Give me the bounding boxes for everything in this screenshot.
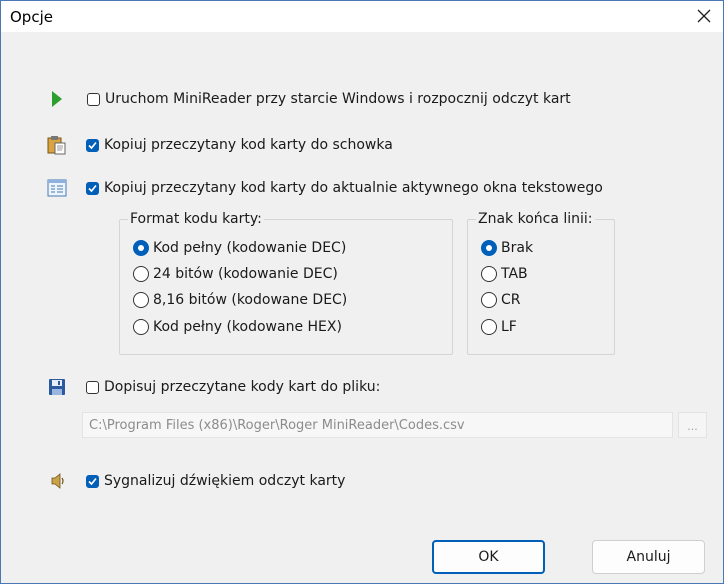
append-file-option[interactable]: Dopisuj przeczytane kody kart do pliku:	[47, 377, 380, 397]
format-label-24bit: 24 bitów (kodowanie DEC)	[153, 266, 338, 282]
options-dialog: Opcje Uruchom MiniReader przy starcie Wi…	[0, 0, 724, 584]
format-radio-full-dec[interactable]	[133, 240, 149, 256]
active-window-option[interactable]: Kopiuj przeczytany kod karty do aktualni…	[47, 178, 603, 198]
title-bar: Opcje	[1, 1, 723, 32]
format-radio-816bit[interactable]	[133, 292, 149, 308]
eol-option-none[interactable]: Brak	[481, 240, 533, 256]
clipboard-option[interactable]: Kopiuj przeczytany kod karty do schowka	[47, 135, 393, 155]
active-window-checkbox[interactable]	[86, 181, 99, 195]
clipboard-label: Kopiuj przeczytany kod karty do schowka	[104, 137, 393, 153]
clipboard-icon	[47, 135, 67, 155]
eol-label-cr: CR	[501, 292, 521, 308]
sound-option[interactable]: Sygnalizuj dźwiękiem odczyt karty	[50, 471, 345, 491]
ok-button[interactable]: OK	[432, 540, 545, 574]
eol-radio-tab[interactable]	[481, 266, 497, 282]
autostart-checkbox[interactable]	[87, 92, 100, 106]
format-option-full-dec[interactable]: Kod pełny (kodowanie DEC)	[133, 240, 346, 256]
eol-option-cr[interactable]: CR	[481, 292, 521, 308]
browse-button[interactable]: ...	[678, 412, 707, 438]
sound-label: Sygnalizuj dźwiękiem odczyt karty	[104, 473, 346, 489]
eol-label-none: Brak	[501, 240, 534, 256]
play-icon	[51, 89, 63, 109]
close-button[interactable]	[691, 3, 717, 29]
checkmark-icon	[88, 141, 97, 149]
format-group-title: Format kodu karty:	[128, 211, 264, 227]
append-file-label: Dopisuj przeczytane kody kart do pliku:	[104, 379, 381, 395]
window-title: Opcje	[10, 8, 53, 26]
floppy-disk-icon	[47, 377, 67, 397]
format-option-full-hex[interactable]: Kod pełny (kodowane HEX)	[133, 319, 342, 335]
format-label-full-hex: Kod pełny (kodowane HEX)	[153, 319, 342, 335]
eol-radio-cr[interactable]	[481, 292, 497, 308]
eol-label-lf: LF	[501, 319, 517, 335]
eol-label-tab: TAB	[501, 266, 528, 282]
format-radio-24bit[interactable]	[133, 266, 149, 282]
autostart-label: Uruchom MiniReader przy starcie Windows …	[105, 91, 571, 107]
sound-checkbox[interactable]	[86, 474, 99, 488]
format-option-24bit[interactable]: 24 bitów (kodowanie DEC)	[133, 266, 338, 282]
window-text-icon	[47, 178, 67, 198]
eol-radio-lf[interactable]	[481, 319, 497, 335]
close-icon	[697, 9, 711, 23]
append-file-checkbox[interactable]	[86, 380, 99, 394]
eol-option-tab[interactable]: TAB	[481, 266, 528, 282]
format-option-816bit[interactable]: 8,16 bitów (kodowane DEC)	[133, 292, 347, 308]
clipboard-checkbox[interactable]	[86, 138, 99, 152]
checkmark-icon	[88, 184, 97, 192]
format-label-816bit: 8,16 bitów (kodowane DEC)	[153, 292, 348, 308]
speaker-icon	[50, 471, 66, 491]
format-label-full-dec: Kod pełny (kodowanie DEC)	[153, 240, 347, 256]
eol-option-lf[interactable]: LF	[481, 319, 517, 335]
eol-group-title: Znak końca linii:	[476, 211, 595, 227]
active-window-label: Kopiuj przeczytany kod karty do aktualni…	[104, 180, 603, 196]
eol-radio-none[interactable]	[481, 240, 497, 256]
file-path-input[interactable]: C:\Program Files (x86)\Roger\Roger MiniR…	[82, 412, 673, 438]
format-radio-full-hex[interactable]	[133, 319, 149, 335]
cancel-button[interactable]: Anuluj	[592, 540, 705, 574]
checkmark-icon	[88, 477, 97, 485]
autostart-option[interactable]: Uruchom MiniReader przy starcie Windows …	[51, 89, 571, 109]
